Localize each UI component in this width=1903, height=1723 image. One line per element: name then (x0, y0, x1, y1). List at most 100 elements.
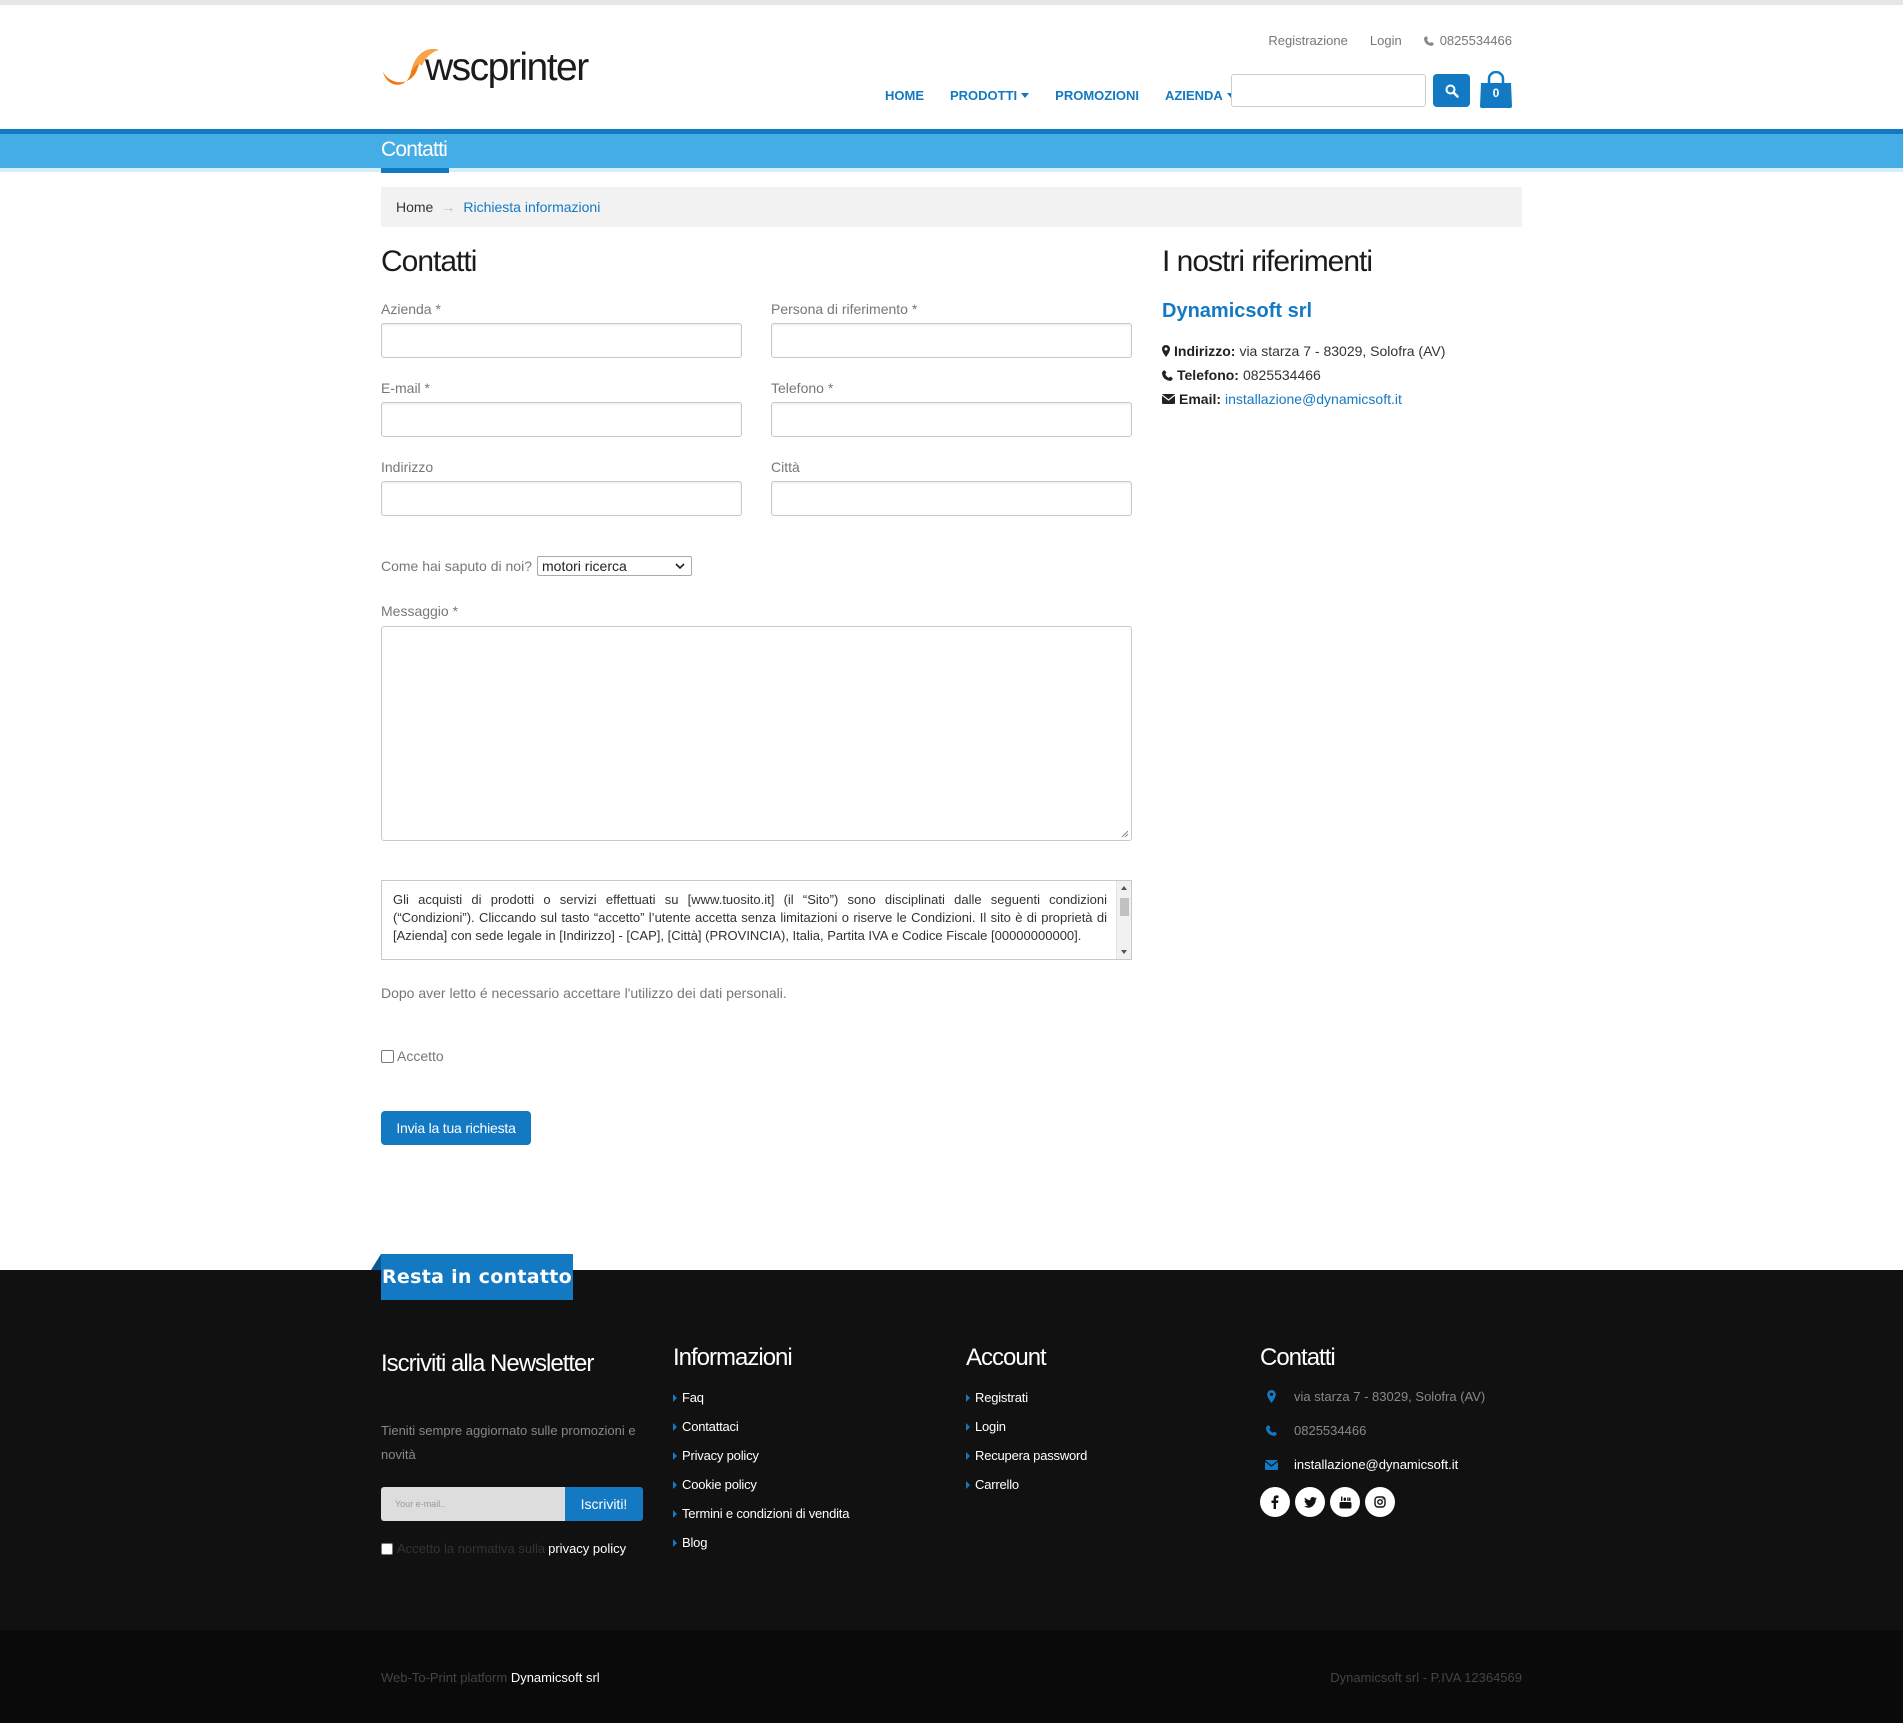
scroll-down-icon[interactable] (1121, 950, 1127, 954)
search-input[interactable] (1231, 74, 1426, 107)
title-bar (0, 134, 1903, 168)
footer-link-cart[interactable]: Carrello (966, 1470, 1087, 1499)
caret-right-icon (673, 1451, 677, 1460)
azienda-input[interactable] (381, 323, 742, 358)
newsletter-email-input[interactable]: Your e-mail.. (381, 1487, 565, 1521)
resize-grip-icon[interactable] (1121, 830, 1129, 838)
platform-company-link[interactable]: Dynamicsoft srl (511, 1670, 600, 1685)
indirizzo-input[interactable] (381, 481, 742, 516)
caret-right-icon (966, 1422, 970, 1431)
phone-icon (1162, 369, 1173, 381)
site-logo[interactable]: wscprinter (381, 40, 601, 94)
footer-link-login[interactable]: Login (966, 1412, 1087, 1441)
privacy-notice: Dopo aver letto é necessario accettare l… (381, 985, 787, 1001)
terms-scrollbar[interactable] (1116, 881, 1131, 959)
source-label: Come hai saputo di noi? (381, 558, 532, 574)
scroll-thumb[interactable] (1120, 898, 1129, 916)
nav-promotions[interactable]: PROMOZIONI (1055, 88, 1139, 103)
search-icon (1445, 84, 1459, 98)
accept-checkbox[interactable] (381, 1049, 394, 1063)
caret-right-icon (966, 1393, 970, 1402)
footer-email[interactable]: installazione@dynamicsoft.it (1260, 1457, 1458, 1472)
phone-icon (1423, 35, 1434, 46)
newsletter-privacy-link[interactable]: privacy policy (548, 1541, 626, 1556)
cart-button[interactable]: 0 (1478, 70, 1514, 109)
source-select[interactable]: motori ricerca (537, 556, 692, 576)
ref-email-link[interactable]: installazione@dynamicsoft.it (1225, 391, 1402, 407)
caret-right-icon (673, 1393, 677, 1402)
footer-link-contattaci[interactable]: Contattaci (673, 1412, 849, 1441)
chevron-down-icon (675, 563, 685, 569)
breadcrumb: Home → Richiesta informazioni (381, 187, 1522, 227)
footer-link-label: Carrello (975, 1477, 1019, 1492)
message-textarea[interactable] (381, 626, 1132, 841)
nav-home[interactable]: HOME (885, 88, 924, 103)
register-link[interactable]: Registrazione (1268, 33, 1348, 48)
youtube-icon[interactable] (1330, 1487, 1360, 1517)
terms-box[interactable]: Gli acquisti di prodotti o servizi effet… (381, 880, 1132, 960)
envelope-icon (1264, 1459, 1278, 1470)
newsletter-privacy-checkbox[interactable] (381, 1542, 393, 1555)
nav-company[interactable]: AZIENDA (1165, 88, 1235, 103)
footer-link-label: Blog (682, 1535, 708, 1550)
citta-input[interactable] (771, 481, 1132, 516)
footer-link-blog[interactable]: Blog (673, 1528, 849, 1557)
source-select-value: motori ricerca (542, 558, 627, 574)
login-link[interactable]: Login (1370, 33, 1402, 48)
search-button[interactable] (1433, 74, 1470, 107)
caret-right-icon (673, 1538, 677, 1547)
info-links: Faq Contattaci Privacy policy Cookie pol… (673, 1383, 849, 1557)
phone-link[interactable]: 0825534466 (1423, 33, 1512, 48)
newsletter-subscribe-button[interactable]: Iscriviti! (565, 1487, 643, 1521)
phone-number: 0825534466 (1439, 33, 1512, 48)
accept-row: Accetto (381, 1048, 444, 1064)
footer-link-register[interactable]: Registrati (966, 1383, 1087, 1412)
facebook-icon[interactable] (1260, 1487, 1290, 1517)
ref-email-label: Email: (1179, 391, 1222, 407)
ref-address-value: via starza 7 - 83029, Solofra (AV) (1239, 343, 1446, 359)
instagram-icon[interactable] (1365, 1487, 1395, 1517)
breadcrumb-home[interactable]: Home (396, 199, 433, 215)
breadcrumb-current[interactable]: Richiesta informazioni (463, 199, 600, 215)
footer-link-label: Login (975, 1419, 1006, 1434)
newsletter-text: Tieniti sempre aggiornato sulle promozio… (381, 1423, 636, 1462)
scroll-up-icon[interactable] (1121, 886, 1127, 890)
company-name: Dynamicsoft srl (1162, 300, 1313, 322)
footer-link-terms[interactable]: Termini e condizioni di vendita (673, 1499, 849, 1528)
footer-tag: Resta in contatto (381, 1254, 573, 1300)
footer-link-cookie[interactable]: Cookie policy (673, 1470, 849, 1499)
footer-link-label: Cookie policy (682, 1477, 757, 1492)
nav-company-label: AZIENDA (1164, 88, 1223, 103)
footer-link-label: Privacy policy (682, 1448, 759, 1463)
references-heading: I nostri riferimenti (1162, 245, 1373, 278)
footer-link-label: Contattaci (682, 1419, 739, 1434)
account-links: Registrati Login Recupera password Carre… (966, 1383, 1087, 1499)
twitter-icon[interactable] (1295, 1487, 1325, 1517)
vat-info: Dynamicsoft srl - P.IVA 12364569 (1330, 1670, 1522, 1685)
telefono-input[interactable] (771, 402, 1132, 437)
message-label: Messaggio * (381, 603, 459, 619)
nav-products-label: PRODOTTI (950, 88, 1018, 103)
ref-phone-value: 0825534466 (1242, 367, 1321, 383)
footer-link-label: Registrati (975, 1390, 1028, 1405)
ref-email: Email: installazione@dynamicsoft.it (1162, 391, 1402, 407)
footer-address-text: via starza 7 - 83029, Solofra (AV) (1294, 1389, 1486, 1404)
nav-products[interactable]: PRODOTTI (950, 88, 1030, 103)
bottom-bar (0, 1630, 1903, 1723)
footer-link-label: Faq (682, 1390, 704, 1405)
caret-right-icon (966, 1451, 970, 1460)
email-input[interactable] (381, 402, 742, 437)
footer (0, 1270, 1903, 1630)
map-marker-icon (1162, 345, 1170, 357)
footer-email-text: installazione@dynamicsoft.it (1294, 1457, 1459, 1472)
submit-button[interactable]: Invia la tua richiesta (381, 1111, 531, 1145)
footer-link-recover[interactable]: Recupera password (966, 1441, 1087, 1470)
caret-right-icon (673, 1480, 677, 1489)
footer-link-faq[interactable]: Faq (673, 1383, 849, 1412)
nav-promotions-label: PROMOZIONI (1055, 88, 1139, 103)
site-header (0, 5, 1903, 129)
telefono-label: Telefono * (771, 380, 834, 396)
titlebar-bottom-border (0, 168, 1903, 172)
footer-link-privacy[interactable]: Privacy policy (673, 1441, 849, 1470)
persona-input[interactable] (771, 323, 1132, 358)
